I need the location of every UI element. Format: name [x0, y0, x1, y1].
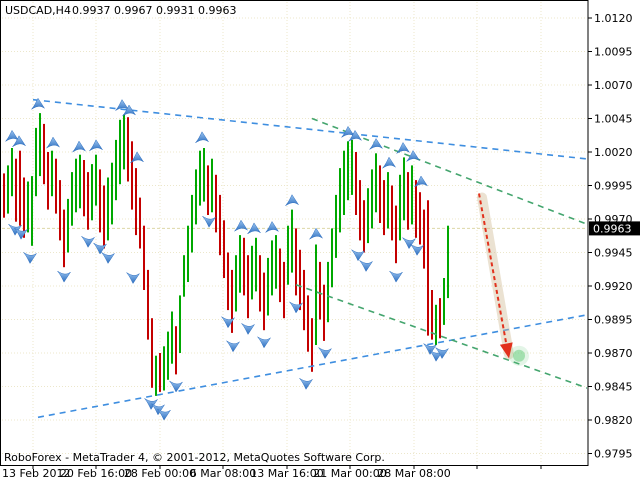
price-tick-label: 1.0070	[594, 79, 633, 92]
price-tick-label: 1.0020	[594, 146, 633, 159]
price-tick-label: 0.9795	[594, 448, 633, 461]
mt4-chart-window: USDCAD,H4 0.9937 0.9967 0.9931 0.9963 1.…	[0, 0, 640, 480]
price-tick-label: 0.9945	[594, 247, 633, 260]
price-tick-label: 1.0120	[594, 12, 633, 25]
chart-title-symbol: USDCAD,H4	[5, 4, 71, 17]
price-chart[interactable]: USDCAD,H4 0.9937 0.9967 0.9931 0.9963 1.…	[0, 0, 640, 480]
time-tick-label: 6 Mar 08:00	[190, 467, 256, 480]
time-tick-label: 21 Mar 00:00	[313, 467, 386, 480]
price-tick-label: 0.9820	[594, 414, 633, 427]
price-tick-label: 0.9920	[594, 280, 633, 293]
current-price-label: 0.9963	[593, 222, 632, 235]
target-point[interactable]	[513, 350, 525, 362]
price-tick-label: 0.9870	[594, 347, 633, 360]
time-axis[interactable]: 13 Feb 201220 Feb 16:0028 Feb 00:006 Mar…	[2, 465, 541, 480]
price-axis[interactable]: 1.0120 1.0095 1.0070 1.0045 1.0020 0.9995 0.99…	[588, 12, 640, 461]
time-tick-label: 20 Feb 16:00	[60, 467, 132, 480]
price-tick-label: 1.0045	[594, 113, 633, 126]
price-tick-label: 1.0095	[594, 46, 633, 59]
time-tick-label: 28 Mar 08:00	[377, 467, 450, 480]
price-tick-label: 0.9895	[594, 314, 633, 327]
time-tick-label: 28 Feb 00:00	[124, 467, 196, 480]
copyright-text: RoboForex - MetaTrader 4, © 2001-2012, M…	[4, 451, 385, 464]
chart-plot-area[interactable]	[1, 1, 589, 466]
price-tick-label: 0.9845	[594, 381, 633, 394]
price-tick-label: 0.9995	[594, 180, 633, 193]
chart-title-ohlc: 0.9937 0.9967 0.9931 0.9963	[72, 4, 236, 17]
